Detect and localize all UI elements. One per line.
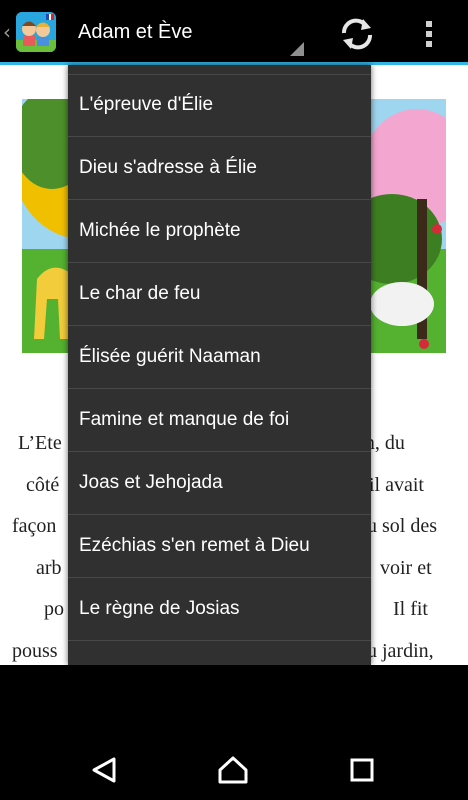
- refresh-icon: [341, 18, 373, 50]
- dropdown-item[interactable]: Dieu s'adresse à Élie: [68, 138, 371, 200]
- action-bar: ‹ Adam et Ève: [0, 4, 468, 65]
- dropdown-item-partial-bottom[interactable]: [68, 642, 371, 665]
- recents-icon: [350, 758, 374, 782]
- dropdown-item[interactable]: Famine et manque de foi: [68, 390, 371, 452]
- home-icon: [218, 756, 248, 784]
- chapter-dropdown[interactable]: L'épreuve d'Élie Dieu s'adresse à Élie M…: [68, 65, 371, 665]
- spinner-triangle-icon: [290, 42, 304, 56]
- overflow-menu-button[interactable]: [412, 14, 446, 54]
- dropdown-item[interactable]: Ezéchias s'en remet à Dieu: [68, 516, 371, 578]
- navigation-bar: [0, 665, 468, 800]
- back-button[interactable]: [86, 755, 126, 785]
- chapter-spinner[interactable]: Adam et Ève: [66, 4, 306, 62]
- spinner-title-label: Adam et Ève: [78, 21, 193, 43]
- overflow-menu-icon: [426, 21, 432, 47]
- dropdown-item[interactable]: Élisée guérit Naaman: [68, 327, 371, 389]
- recents-button[interactable]: [342, 755, 382, 785]
- dropdown-item-partial-top[interactable]: [68, 65, 371, 75]
- refresh-button[interactable]: [332, 16, 382, 52]
- home-button[interactable]: [213, 755, 253, 785]
- dropdown-item[interactable]: Le règne de Josias: [68, 579, 371, 641]
- dropdown-item[interactable]: Michée le prophète: [68, 201, 371, 263]
- dropdown-item[interactable]: L'épreuve d'Élie: [68, 75, 371, 137]
- back-icon: [92, 757, 116, 783]
- dropdown-item[interactable]: Joas et Jehojada: [68, 453, 371, 515]
- dropdown-item[interactable]: Le char de feu: [68, 264, 371, 326]
- app-logo-icon[interactable]: [16, 12, 56, 52]
- up-caret-icon[interactable]: ‹: [3, 20, 11, 44]
